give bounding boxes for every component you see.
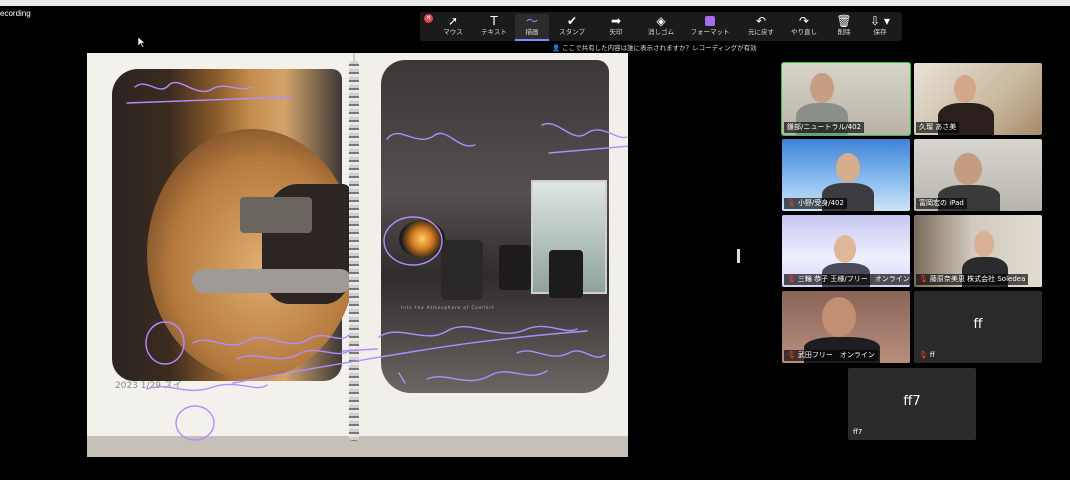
participant-name: 🎙 ff	[919, 351, 935, 359]
recording-label: ecording	[0, 9, 31, 18]
participant-tile[interactable]: 🎙 小野/受身/402	[782, 139, 910, 211]
guitar-pickup	[240, 197, 312, 233]
chair	[499, 245, 531, 290]
shared-screen: Into the Atmosphere of Comfort 2023 1/29…	[87, 53, 628, 457]
participant-name: 🎙 小野/受身/402	[784, 198, 847, 209]
mouse-pointer-icon	[138, 37, 146, 48]
muted-mic-icon: 🎙	[787, 275, 796, 283]
participant-name: 富岡宏の iPad	[916, 198, 967, 209]
trash-icon: 🗑	[836, 14, 852, 28]
participant-tile[interactable]: 🎙 武田フリー オンライン	[782, 291, 910, 363]
participant-name: 🎙 武田フリー オンライン	[784, 350, 878, 361]
muted-mic-icon: 🎙	[919, 351, 928, 359]
muted-mic-icon: 🎙	[787, 351, 796, 359]
muted-mic-icon: 🎙	[787, 199, 796, 207]
tool-delete[interactable]: 🗑 削除	[824, 14, 864, 39]
participant-face	[974, 231, 994, 257]
participant-name: 鎌部/ニュートラル/402	[784, 122, 865, 133]
tool-text[interactable]: T テキスト	[474, 14, 514, 39]
participant-face	[954, 75, 976, 103]
redo-icon: ↷	[798, 14, 810, 28]
mouse-cursor-icon: ➚	[447, 14, 459, 28]
armchair	[441, 240, 483, 300]
arrow-icon: ➡	[610, 14, 622, 28]
stamp-icon: ✔	[566, 14, 578, 28]
person-icon: 👤	[552, 44, 561, 52]
guitar-control-plate	[192, 269, 352, 293]
participant-name: 久瑠 あさ美	[916, 122, 960, 133]
close-annotation-icon[interactable]: ✕	[424, 14, 433, 23]
save-icon: ⇩ ▾	[870, 14, 890, 28]
undo-icon: ↶	[755, 14, 767, 28]
tool-eraser[interactable]: ◈ 消しゴム	[639, 14, 683, 39]
tool-save[interactable]: ⇩ ▾ 保存	[860, 14, 900, 39]
participant-tile[interactable]: 🎙 三輪 恭子 王様/フリー オンライン	[782, 215, 910, 287]
pencil-note: 2023 1/29 スイ	[115, 381, 182, 391]
tool-draw[interactable]: 〜 描画	[515, 14, 549, 41]
participant-face	[810, 73, 834, 103]
chair	[549, 250, 583, 298]
participant-tile[interactable]: 🎙 藤原奈美恵 株式会社 Soledea	[914, 215, 1042, 287]
spiral-binding	[349, 61, 359, 441]
panel-resize-handle[interactable]	[737, 249, 740, 263]
share-visibility-note[interactable]: 👤 ここで共有した内容は誰に表示されますか？レコーディングが有効	[552, 42, 757, 52]
tool-arrow[interactable]: ➡ 矢印	[596, 14, 636, 39]
annotation-toolbar: ✕ ➚ マウス T テキスト 〜 描画 ✔ スタンプ ➡ 矢印 ◈ 消しゴム フ…	[420, 12, 902, 41]
tool-redo[interactable]: ↷ やり直し	[784, 14, 824, 39]
tool-format[interactable]: フォーマット	[687, 14, 733, 39]
tool-mouse[interactable]: ➚ マウス	[433, 14, 473, 39]
top-window-strip	[0, 0, 1070, 6]
participant-name: 🎙 藤原奈美恵 株式会社 Soledea	[916, 274, 1029, 285]
format-icon	[705, 16, 715, 26]
tool-stamp[interactable]: ✔ スタンプ	[552, 14, 592, 39]
participant-tile[interactable]: 富岡宏の iPad	[914, 139, 1042, 211]
text-icon: T	[490, 14, 498, 28]
tool-undo[interactable]: ↶ 元に戻す	[741, 14, 781, 39]
muted-mic-icon: 🎙	[919, 275, 928, 283]
draw-icon: 〜	[525, 14, 538, 28]
guitar-photo	[112, 69, 357, 381]
participant-face	[822, 297, 856, 337]
participant-name: ff7	[853, 428, 863, 436]
eraser-icon: ◈	[656, 14, 666, 28]
fireplace-image	[399, 220, 445, 258]
participant-tile[interactable]: 久瑠 あさ美	[914, 63, 1042, 135]
living-room-photo: Into the Atmosphere of Comfort	[381, 60, 609, 393]
participant-name: 🎙 三輪 恭子 王様/フリー オンライン	[784, 274, 910, 285]
participant-face	[834, 235, 856, 263]
participant-face	[954, 153, 982, 185]
participant-initials: ff	[973, 317, 983, 332]
participant-tile[interactable]: ff 🎙 ff	[914, 291, 1042, 363]
participant-tile[interactable]: 鎌部/ニュートラル/402	[781, 62, 911, 136]
participant-face	[836, 153, 860, 183]
photo-caption: Into the Atmosphere of Comfort	[401, 305, 495, 310]
participant-tile[interactable]: ff7 ff7	[848, 368, 976, 440]
participant-initials: ff7	[903, 394, 921, 409]
